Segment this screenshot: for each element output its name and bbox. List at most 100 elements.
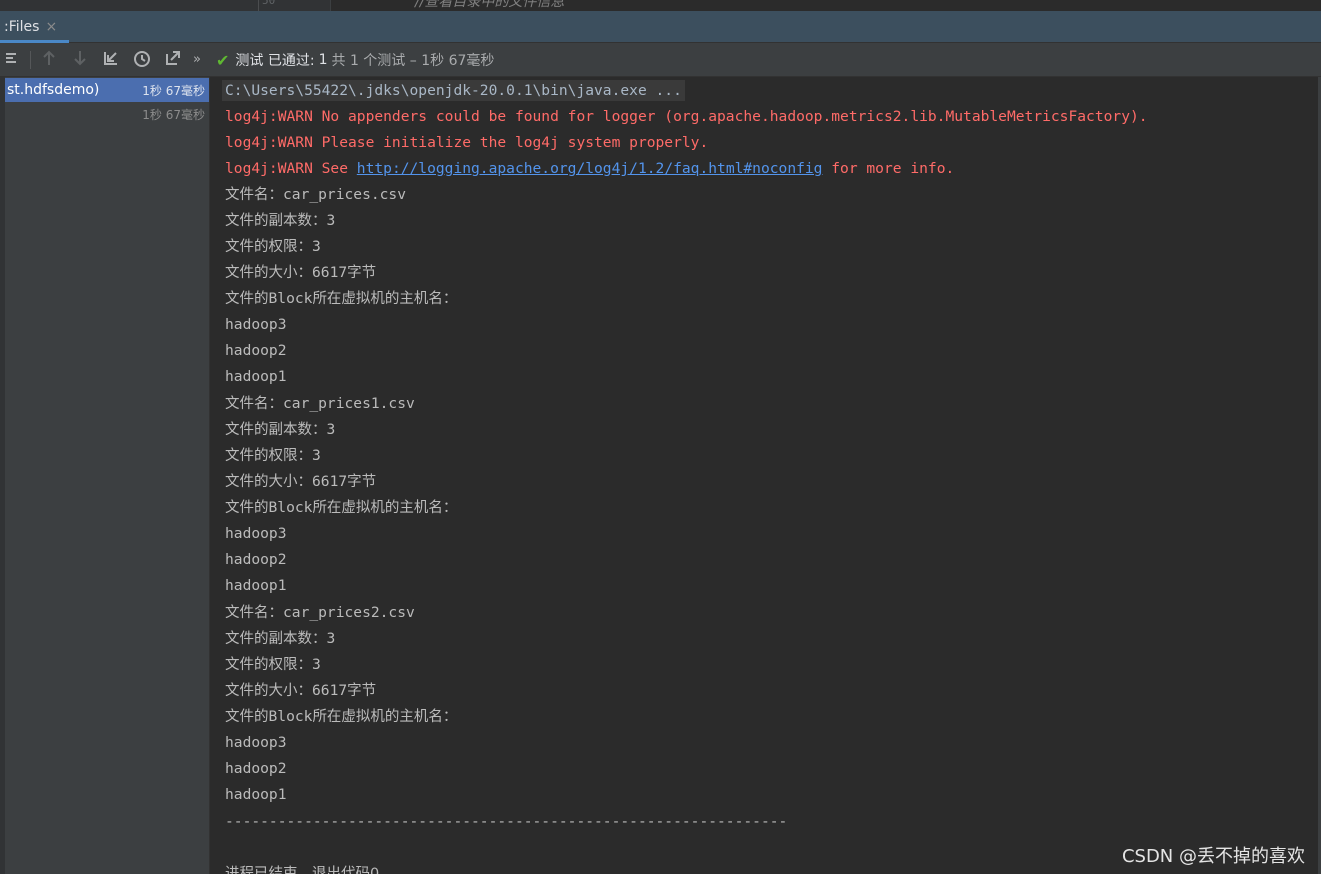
block-label-post: 所在虚拟机的主机名： [312,500,458,516]
block-label-pre: 文件的 [225,709,269,725]
file-name-label: 文件名： [225,396,283,412]
more-icon[interactable]: » [190,50,204,70]
test-tree-item[interactable]: st.hdfsdemo) 1秒 67毫秒 [5,78,209,102]
permission-label: 文件的权限： [225,657,312,673]
file-name-value: car_prices.csv [283,186,407,203]
tab-files[interactable]: :Files × [0,11,69,42]
host-line: hadoop1 [225,577,287,594]
sort-icon[interactable] [2,50,22,70]
file-permission-line: 文件的权限：3 [225,234,321,260]
block-label-pre: 文件的 [225,500,269,516]
toolbar-divider [30,51,31,69]
code-comment: //查看目录中的文件信息 [415,0,565,10]
block-hosts-header: 文件的Block所在虚拟机的主机名： [225,286,457,312]
close-icon[interactable]: × [45,19,57,35]
console-command-line: C:\Users\55422\.jdks\openjdk-20.0.1\bin\… [222,78,685,104]
size-label: 文件的大小： [225,265,312,281]
file-permission-line: 文件的权限：3 [225,443,321,469]
block-label-word: Block [268,290,313,307]
left-edge [0,77,5,874]
replicas-label: 文件的副本数： [225,422,327,438]
block-label-pre: 文件的 [225,291,269,307]
size-unit: 字节 [347,265,377,281]
file-name-value: car_prices1.csv [283,395,415,412]
test-runner-toolbar: » ✔ 测试 已通过: 1 共 1 个测试 – 1秒 67毫秒 [0,43,1321,77]
test-status: ✔ 测试 已通过: 1 共 1 个测试 – 1秒 67毫秒 [216,50,494,70]
permission-value: 3 [312,238,321,255]
replicas-value: 3 [326,212,336,229]
status-label: 测试 已通过: [235,53,315,69]
editor-top-strip: 50 //查看目录中的文件信息 [0,0,1321,11]
status-count: 1 [318,52,328,68]
size-label: 文件的大小： [225,474,312,490]
test-duration: 1秒 67毫秒 [142,83,205,98]
pass-check-icon: ✔ [216,50,230,70]
warn-prefix: log4j:WARN See [225,160,357,177]
replicas-value: 3 [326,630,336,647]
file-name-line: 文件名：car_prices2.csv [225,600,415,626]
replicas-label: 文件的副本数： [225,213,327,229]
export-icon[interactable] [163,50,183,70]
editor-gutter: 50 [0,0,331,11]
replicas-value: 3 [326,421,336,438]
size-unit: 字节 [347,474,377,490]
test-tree-item[interactable]: 1秒 67毫秒 [5,102,209,126]
run-tab-bar: :Files × [0,11,1321,43]
separator-line: ----------------------------------------… [225,813,788,830]
line-number: 50 [262,0,276,7]
host-line: hadoop2 [225,760,287,777]
size-value: 6617 [312,682,348,699]
history-icon[interactable] [132,50,152,70]
watermark: CSDN @丢不掉的喜欢 [1121,846,1305,867]
command-text: C:\Users\55422\.jdks\openjdk-20.0.1\bin\… [222,80,685,101]
file-name-label: 文件名： [225,605,283,621]
block-label-post: 所在虚拟机的主机名： [312,291,458,307]
file-name-line: 文件名：car_prices.csv [225,182,406,208]
file-size-line: 文件的大小：6617字节 [225,678,376,704]
file-name-label: 文件名： [225,187,283,203]
warn-suffix: for more info. [822,160,955,177]
console-output[interactable]: C:\Users\55422\.jdks\openjdk-20.0.1\bin\… [210,77,1319,874]
host-line: hadoop2 [225,342,287,359]
host-line: hadoop1 [225,786,287,803]
host-line: hadoop3 [225,316,287,333]
block-hosts-header: 文件的Block所在虚拟机的主机名： [225,704,457,730]
import-tests-icon[interactable] [101,50,121,70]
arrow-down-icon[interactable] [70,50,90,70]
host-line: hadoop3 [225,525,287,542]
gutter-divider [258,0,259,11]
replicas-label: 文件的副本数： [225,631,327,647]
console-warn-line: log4j:WARN No appenders could be found f… [225,108,1148,125]
block-hosts-header: 文件的Block所在虚拟机的主机名： [225,495,457,521]
block-label-word: Block [268,499,313,516]
file-name-line: 文件名：car_prices1.csv [225,391,415,417]
block-label-word: Block [268,708,313,725]
file-size-line: 文件的大小：6617字节 [225,469,376,495]
size-value: 6617 [312,264,348,281]
file-replicas-line: 文件的副本数：3 [225,626,335,652]
file-size-line: 文件的大小：6617字节 [225,260,376,286]
test-duration: 1秒 67毫秒 [142,107,205,122]
log4j-faq-link[interactable]: http://logging.apache.org/log4j/1.2/faq.… [357,160,823,177]
file-permission-line: 文件的权限：3 [225,652,321,678]
test-tree-panel [0,77,210,874]
host-line: hadoop2 [225,551,287,568]
status-detail: 共 1 个测试 – 1秒 67毫秒 [331,53,495,69]
host-line: hadoop1 [225,368,287,385]
file-replicas-line: 文件的副本数：3 [225,208,335,234]
size-unit: 字节 [347,683,377,699]
permission-label: 文件的权限： [225,239,312,255]
file-name-value: car_prices2.csv [283,604,415,621]
file-replicas-line: 文件的副本数：3 [225,417,335,443]
permission-value: 3 [312,656,321,673]
exit-message: 进程已结束，退出代码0 [225,861,379,874]
tab-label: :Files [4,18,40,35]
arrow-up-icon[interactable] [39,50,59,70]
permission-value: 3 [312,447,321,464]
size-value: 6617 [312,473,348,490]
size-label: 文件的大小： [225,683,312,699]
console-warn-line: log4j:WARN Please initialize the log4j s… [225,134,709,151]
permission-label: 文件的权限： [225,448,312,464]
block-label-post: 所在虚拟机的主机名： [312,709,458,725]
exit-message-text: 进程已结束，退出代码0 [225,866,380,874]
